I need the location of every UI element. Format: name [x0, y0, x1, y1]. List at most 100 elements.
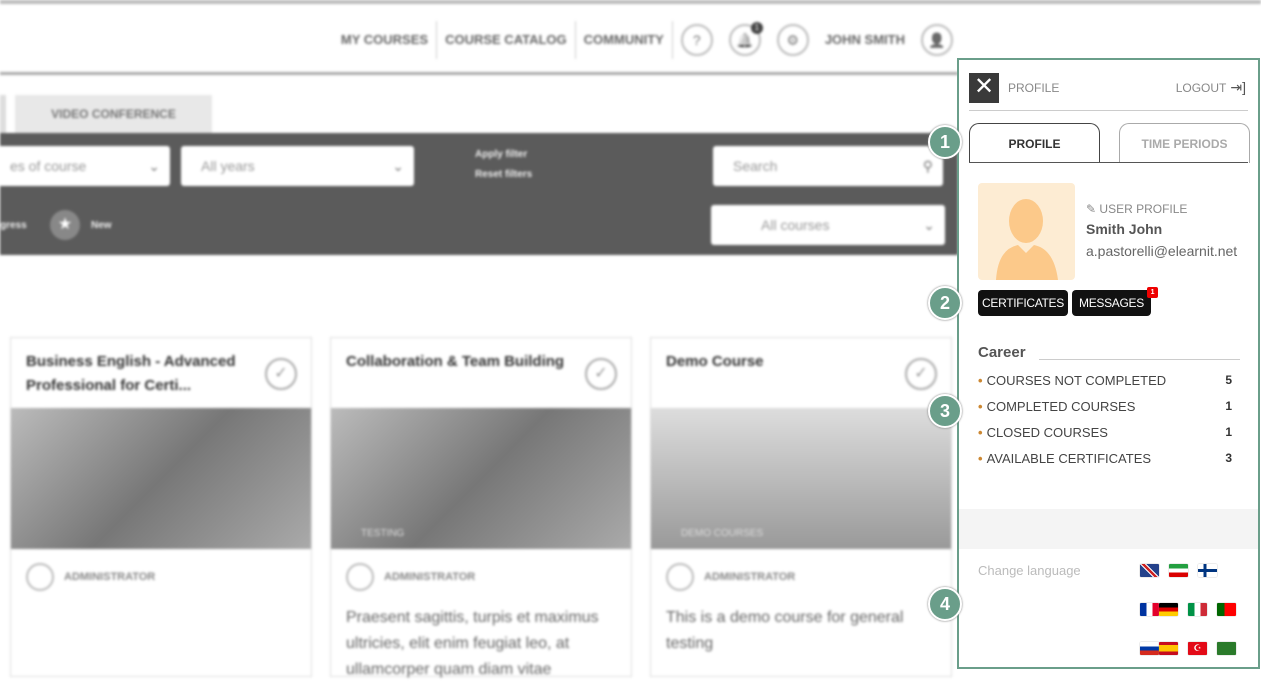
tab-profile[interactable]: PROFILE — [969, 123, 1100, 163]
divider — [969, 110, 1248, 111]
nav-my-courses[interactable]: MY COURSES — [333, 21, 438, 59]
author-icon — [666, 563, 694, 591]
user-avatar-icon[interactable]: 👤 — [921, 24, 953, 56]
step-marker-2: 2 — [928, 286, 962, 320]
career-label: CLOSED COURSES — [986, 425, 1108, 440]
course-author: ADMINISTRATOR — [331, 549, 631, 605]
tab-time-periods[interactable]: TIME PERIODS — [1119, 123, 1250, 163]
panel-band — [959, 509, 1258, 549]
flag-portuguese-icon[interactable] — [1217, 603, 1236, 616]
profile-panel: ✕ PROFILE LOGOUT ⇥] PROFILE TIME PERIODS … — [957, 58, 1260, 669]
close-icon[interactable]: ✕ — [969, 73, 999, 103]
course-card[interactable]: Business English - Advanced Professional… — [10, 337, 312, 677]
progress-filter[interactable]: gress — [0, 220, 27, 231]
career-label: COMPLETED COURSES — [986, 399, 1136, 414]
nav-community[interactable]: COMMUNITY — [576, 21, 673, 59]
career-value: 3 — [1225, 451, 1232, 465]
flag-persian-icon[interactable] — [1169, 564, 1188, 577]
messages-label: MESSAGES — [1079, 296, 1144, 310]
course-card[interactable]: Demo Course ✓ DEMO COURSES ADMINISTRATOR … — [650, 337, 952, 677]
help-icon[interactable]: ? — [680, 24, 713, 56]
logout-icon: ⇥] — [1230, 79, 1246, 95]
certificates-button[interactable]: CERTIFICATES — [978, 290, 1068, 316]
course-card[interactable]: Collaboration & Team Building ✓ TESTING A… — [330, 337, 632, 678]
top-nav: MY COURSES COURSE CATALOG COMMUNITY ? 🔔 1… — [333, 20, 961, 60]
messages-button[interactable]: MESSAGES 1 — [1072, 287, 1158, 316]
user-name[interactable]: JOHN SMITH — [817, 21, 913, 59]
author-name: ADMINISTRATOR — [384, 571, 476, 583]
user-name: Smith John — [1086, 221, 1163, 237]
flag-french-icon[interactable] — [1140, 603, 1159, 616]
career-row: • COURSES NOT COMPLETED 5 — [978, 373, 1232, 388]
type-select[interactable]: es of course ⌄ — [0, 146, 170, 186]
flag-german-icon[interactable] — [1159, 603, 1178, 616]
career-value: 1 — [1225, 425, 1232, 439]
flag-turkish-icon[interactable]: ☪ — [1188, 642, 1207, 655]
logout-button[interactable]: LOGOUT ⇥] — [1176, 79, 1246, 96]
course-category: DEMO COURSES — [681, 528, 764, 539]
bell-icon[interactable]: 🔔 1 — [728, 22, 763, 56]
career-row: • CLOSED COURSES 1 — [978, 425, 1232, 440]
check-icon: ✓ — [905, 358, 937, 390]
flag-arabic-icon[interactable] — [1217, 642, 1236, 655]
courses-select[interactable]: All courses ⌄ — [711, 205, 945, 245]
notification-badge: 1 — [750, 22, 763, 34]
step-marker-3: 3 — [928, 394, 962, 428]
tab-underline — [969, 162, 1248, 163]
user-email: a.pastorelli@elearnit.net — [1086, 243, 1238, 259]
gear-icon[interactable]: ⚙ — [776, 24, 809, 56]
career-value: 5 — [1225, 373, 1232, 387]
step-marker-4: 4 — [928, 587, 962, 621]
type-select-value: es of course — [10, 158, 87, 174]
course-category: TESTING — [361, 528, 405, 539]
pencil-icon: ✎ — [1086, 202, 1097, 216]
check-icon: ✓ — [265, 358, 297, 390]
career-label: AVAILABLE CERTIFICATES — [986, 451, 1152, 466]
search-input[interactable]: Search ⚲ — [713, 146, 943, 186]
career-divider — [1039, 359, 1240, 360]
step-marker-1: 1 — [928, 125, 962, 159]
search-placeholder: Search — [733, 158, 778, 174]
chevron-down-icon: ⌄ — [923, 217, 935, 233]
tab-video-conference[interactable]: VIDEO CONFERENCE — [15, 95, 212, 133]
change-language-label: Change language — [978, 563, 1081, 578]
star-icon[interactable]: ★ — [50, 210, 80, 240]
user-profile-label: USER PROFILE — [1099, 202, 1188, 216]
author-icon — [26, 563, 54, 591]
course-author: ADMINISTRATOR — [651, 549, 951, 605]
apply-filter-link[interactable]: Apply filter — [475, 149, 527, 160]
user-info: ✎ USER PROFILE Smith John a.pastorelli@e… — [1086, 202, 1237, 259]
reset-filters-link[interactable]: Reset filters — [475, 169, 532, 180]
course-image: TESTING — [331, 408, 631, 549]
course-image: DEMO COURSES — [651, 408, 951, 549]
filter-bar: es of course ⌄ All years ⌄ Apply filter Re… — [0, 133, 958, 255]
chevron-down-icon: ⌄ — [148, 158, 160, 174]
messages-badge: 1 — [1146, 287, 1158, 298]
flag-italian-icon[interactable] — [1188, 603, 1207, 616]
author-icon — [346, 563, 374, 591]
flag-russian-icon[interactable] — [1140, 642, 1159, 655]
flag-finnish-icon[interactable] — [1198, 564, 1217, 577]
nav-course-catalog[interactable]: COURSE CATALOG — [437, 21, 576, 59]
author-name: ADMINISTRATOR — [64, 571, 156, 583]
user-profile-link[interactable]: ✎ USER PROFILE — [1086, 202, 1237, 216]
years-select-value: All years — [201, 158, 255, 174]
new-filter[interactable]: New — [91, 220, 112, 231]
career-label: COURSES NOT COMPLETED — [986, 373, 1167, 388]
flag-spanish-icon[interactable] — [1159, 642, 1178, 655]
course-description: Praesent sagittis, turpis et maximus ult… — [346, 609, 599, 678]
check-icon: ✓ — [585, 358, 617, 390]
course-author: ADMINISTRATOR — [11, 549, 311, 605]
career-row: • COMPLETED COURSES 1 — [978, 399, 1232, 414]
nav-separator — [0, 72, 958, 75]
years-select[interactable]: All years ⌄ — [181, 146, 414, 186]
flag-english-icon[interactable] — [1140, 564, 1159, 577]
course-description: This is a demo course for general testin… — [666, 609, 904, 652]
avatar — [978, 183, 1075, 280]
career-row: • AVAILABLE CERTIFICATES 3 — [978, 451, 1232, 466]
course-image — [11, 408, 311, 549]
top-border — [0, 0, 1261, 4]
tab-previous[interactable] — [0, 95, 6, 133]
author-name: ADMINISTRATOR — [704, 571, 796, 583]
chevron-down-icon: ⌄ — [392, 158, 404, 174]
